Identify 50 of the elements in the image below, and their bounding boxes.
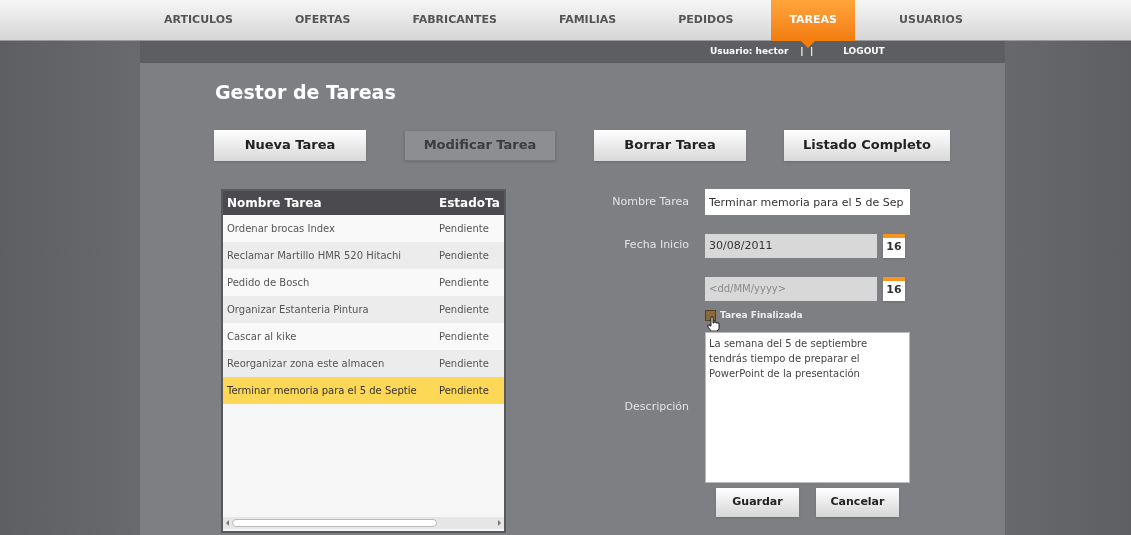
nav-tab[interactable]: PEDIDOS [660,0,752,41]
table-row[interactable]: Reorganizar zona este almacen Pendiente [223,349,504,377]
table-cell-text: Reclamar Martillo HMR 520 Hitachi [226,248,403,263]
form-button[interactable]: Cancelar [816,487,899,517]
column-header[interactable]: Nombre Tarea [223,193,435,212]
table-cell-text: Pendiente [438,302,489,317]
hand-cursor-icon [707,315,720,331]
action-button[interactable]: Nueva Tarea [214,129,366,161]
table-cell-text: Cascar al kike [226,329,298,344]
table-row[interactable]: Organizar Estanteria Pintura Pendiente [223,295,504,323]
nav-tab[interactable]: ARTICULOS [146,0,251,41]
table-cell-text: Terminar memoria para el 5 de Septie [226,383,418,398]
horizontal-scrollbar[interactable] [223,516,504,529]
action-button[interactable]: Listado Completo [784,129,950,161]
description-textarea[interactable]: La semana del 5 de septiembre tendrás tiempo de preparar el PowerPoint de la presentación [705,331,910,483]
separator-text: | | [800,45,814,59]
table-cell-text: Pedido de Bosch [226,275,311,290]
scroll-thumb[interactable] [232,518,437,527]
table-cell-text: Pendiente [438,356,489,371]
task-name-input[interactable]: Terminar memoria para el 5 de Sep [705,189,910,215]
scroll-left-icon[interactable] [226,519,229,526]
field-label: Nombre Tarea [611,193,690,210]
table-cell-text: Pendiente [438,275,489,290]
nav-tab[interactable]: OFERTAS [277,0,369,41]
table-cell-text: Pendiente [438,329,489,344]
column-header[interactable]: EstadoTa [435,193,500,212]
table-cell-text: Pendiente [438,248,489,263]
end-date-input[interactable]: <dd/MM/yyyy> [705,276,877,301]
start-date-input[interactable]: 30/08/2011 [705,233,877,258]
calendar-button[interactable]: 16 [883,276,905,301]
page-title: Gestor de Tareas [215,80,396,105]
nav-tab[interactable]: USUARIOS [881,0,981,41]
calendar-button[interactable]: 16 [883,233,905,258]
field-label: Descripción [623,398,690,415]
form-button[interactable]: Guardar [716,487,799,517]
checkbox-label: Tarea Finalizada [720,308,803,322]
table-row[interactable]: Reclamar Martillo HMR 520 Hitachi Pendiente [223,241,504,269]
nav-tab[interactable]: FAMILIAS [540,0,635,41]
action-button[interactable]: Borrar Tarea [594,129,746,161]
table-cell-text: Organizar Estanteria Pintura [226,302,370,317]
table-cell-text: Pendiente [438,221,489,236]
table-cell-text: Reorganizar zona este almacen [226,356,386,371]
table-row[interactable]: Terminar memoria para el 5 de Septie Pendiente [223,376,504,404]
user-label: Usuario: hector [710,45,789,59]
nav-tab[interactable]: FABRICANTES [394,0,515,41]
field-label: Fecha Inicio [623,237,690,254]
scroll-right-icon[interactable] [498,519,501,526]
table-cell-text: Pendiente [438,383,489,398]
table-cell-text: Ordenar brocas Index [226,221,336,236]
logout-link[interactable]: LOGOUT [843,45,885,59]
